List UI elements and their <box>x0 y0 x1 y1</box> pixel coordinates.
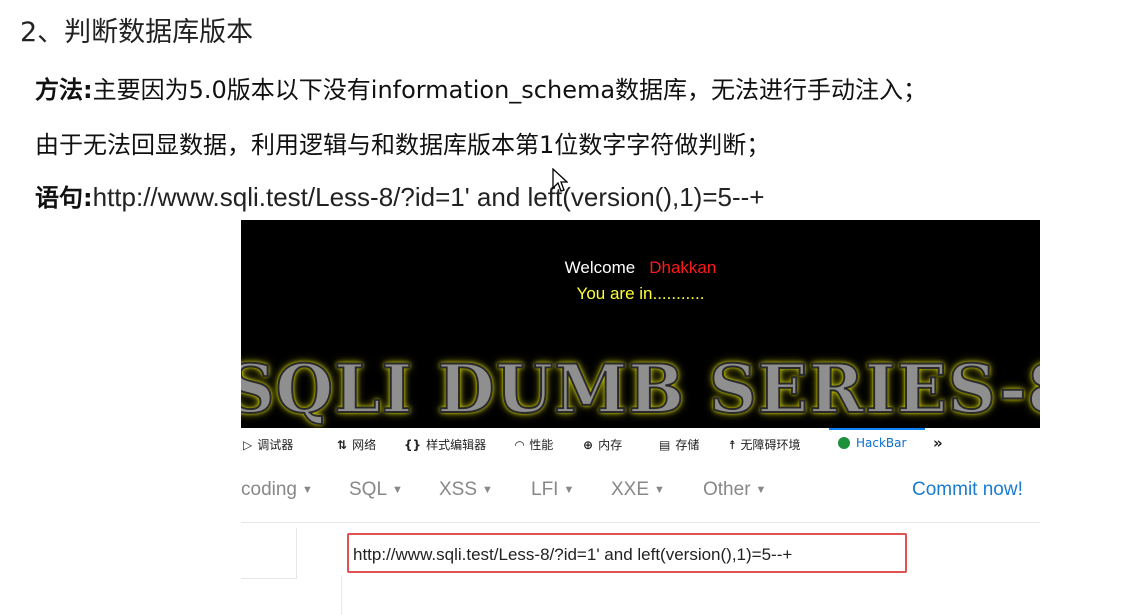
tab-label: HackBar <box>856 436 907 450</box>
menu-label: LFI <box>531 479 559 500</box>
tab-memory[interactable]: ⊕ 内存 <box>583 436 622 453</box>
method-line: 方法:主要因为5.0版本以下没有information_schema数据库，无法… <box>35 70 927 105</box>
username-text: Dhakkan <box>649 258 717 277</box>
style-editor-icon: {} <box>404 438 422 452</box>
performance-icon: ◠ <box>515 438 525 452</box>
tab-storage[interactable]: ▤ 存储 <box>659 436 699 453</box>
statement-label: 语句: <box>35 184 93 212</box>
menu-sql[interactable]: SQL ▼ <box>349 479 403 501</box>
side-panel <box>241 528 297 579</box>
menu-xss[interactable]: XSS ▼ <box>439 479 493 501</box>
active-tab-indicator <box>829 428 925 430</box>
mouse-cursor-icon <box>552 168 568 192</box>
hackbar-url-input[interactable]: http://www.sqli.test/Less-8/?id=1' and l… <box>347 533 907 573</box>
divider <box>341 576 354 615</box>
storage-icon: ▤ <box>659 438 671 452</box>
status-text: You are in........... <box>576 284 705 303</box>
tab-style-editor[interactable]: {} 样式编辑器 <box>404 436 486 453</box>
accessibility-icon: ☨ <box>729 438 736 452</box>
tab-network[interactable]: ⇅ 网络 <box>337 436 376 453</box>
debugger-icon: ▷ <box>243 438 253 452</box>
menu-other[interactable]: Other ▼ <box>703 479 766 501</box>
menu-lfi[interactable]: LFI ▼ <box>531 479 574 501</box>
statement-line: 语句:http://www.sqli.test/Less-8/?id=1' an… <box>35 178 764 213</box>
network-icon: ⇅ <box>337 438 348 452</box>
tab-label: 样式编辑器 <box>426 438 487 452</box>
menu-label: XSS <box>439 479 478 500</box>
welcome-text: Welcome <box>564 258 636 277</box>
menu-encoding[interactable]: coding ▼ <box>241 479 313 501</box>
divider <box>241 522 1040 523</box>
menu-label: coding <box>241 479 297 500</box>
tab-debugger[interactable]: ▷ 调试器 <box>243 436 293 453</box>
chevron-down-icon: ▼ <box>302 484 313 496</box>
tab-label: 内存 <box>598 438 623 452</box>
tab-label: 无障碍环境 <box>740 438 801 452</box>
chevron-down-icon: ▼ <box>755 484 767 496</box>
method-text: 主要因为5.0版本以下没有information_schema数据库，无法进行手… <box>92 76 928 104</box>
chevron-down-icon: ▼ <box>482 484 493 496</box>
menu-label: SQL <box>349 479 388 500</box>
menu-label: Other <box>703 479 751 500</box>
menu-label: XXE <box>611 479 650 500</box>
tab-label: 存储 <box>675 438 700 452</box>
overflow-chevron-icon[interactable]: » <box>933 434 943 452</box>
hackbar-menubar: coding ▼ SQL ▼ XSS ▼ LFI ▼ XXE ▼ Other ▼ Commi… <box>241 458 1040 522</box>
commit-now-link[interactable]: Commit now! <box>912 479 1023 501</box>
statement-url: http://www.sqli.test/Less-8/?id=1' and l… <box>92 182 765 212</box>
browser-screenshot: Welcome Dhakkan You are in........... SQL… <box>241 220 1040 615</box>
method-label: 方法: <box>35 76 93 104</box>
tab-performance[interactable]: ◠ 性能 <box>515 436 553 453</box>
menu-xxe[interactable]: XXE ▼ <box>611 479 665 501</box>
tab-label: 调试器 <box>257 438 294 452</box>
memory-icon: ⊕ <box>583 438 594 452</box>
tab-hackbar[interactable]: HackBar <box>838 436 906 450</box>
chevron-down-icon: ▼ <box>392 484 403 496</box>
tab-label: 网络 <box>352 438 377 452</box>
series-banner: SQLI DUMB SERIES-8 <box>241 349 1040 429</box>
chevron-down-icon: ▼ <box>563 484 575 496</box>
tab-label: 性能 <box>529 438 554 452</box>
chevron-down-icon: ▼ <box>654 484 665 496</box>
hackbar-icon <box>838 437 850 449</box>
welcome-message: Welcome Dhakkan <box>241 258 1040 278</box>
page-content: Welcome Dhakkan You are in........... SQL… <box>241 220 1040 429</box>
devtools-toolbar: ▷ 调试器 ⇅ 网络 {} 样式编辑器 ◠ 性能 ⊕ 内存 ▤ 存储 ☨ 无障碍环境 Hack… <box>241 428 1040 458</box>
tab-accessibility[interactable]: ☨ 无障碍环境 <box>729 436 801 453</box>
reason-line: 由于无法回显数据，利用逻辑与和数据库版本第1位数字字符做判断； <box>35 131 771 159</box>
section-heading: 2、判断数据库版本 <box>20 17 254 48</box>
